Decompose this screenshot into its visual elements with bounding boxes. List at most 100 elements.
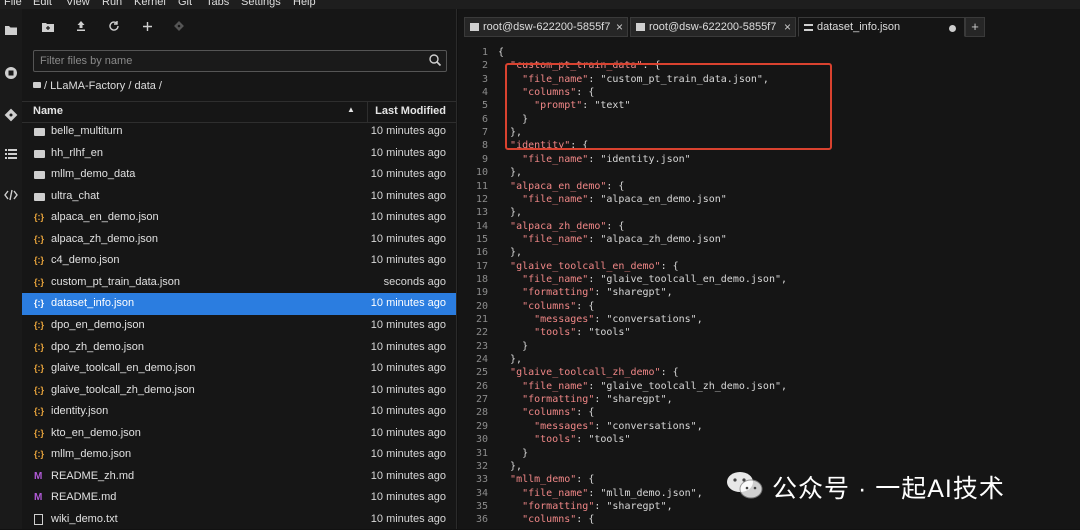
code-icon[interactable] bbox=[3, 189, 19, 205]
tab-bar: root@dsw-622200-5855f7 × root@dsw-622200… bbox=[458, 17, 1080, 37]
code-line: }, bbox=[498, 207, 523, 219]
code-line: "columns": { bbox=[522, 407, 595, 419]
code-line: "tools": "tools" bbox=[534, 434, 631, 446]
file-row[interactable]: {:} kto_en_demo.json 10 minutes ago bbox=[22, 423, 456, 445]
code-line: "tools": "tools" bbox=[534, 327, 631, 339]
refresh-icon[interactable] bbox=[105, 20, 123, 36]
file-row[interactable]: {:} glaive_toolcall_en_demo.json 10 minute… bbox=[22, 358, 456, 380]
file-row[interactable]: {:} custom_pt_train_data.json seconds ago bbox=[22, 272, 456, 294]
json-key: "formatting" bbox=[522, 500, 595, 512]
menu-file[interactable]: File bbox=[4, 0, 22, 8]
line-number: 15 bbox=[475, 233, 488, 245]
file-modified: 10 minutes ago bbox=[370, 405, 446, 418]
code-line: "formatting": "sharegpt", bbox=[522, 394, 673, 406]
file-row[interactable]: {:} glaive_toolcall_zh_demo.json 10 minute… bbox=[22, 380, 456, 402]
breadcrumb-path[interactable]: / LLaMA-Factory / data / bbox=[44, 80, 162, 92]
folder-icon bbox=[34, 171, 45, 180]
list-icon[interactable] bbox=[3, 148, 19, 164]
git-clone-icon[interactable] bbox=[170, 20, 188, 36]
last-modified-column-header[interactable]: Last Modified bbox=[375, 105, 446, 117]
file-modified: 10 minutes ago bbox=[370, 254, 446, 267]
file-row[interactable]: hh_rlhf_en 10 minutes ago bbox=[22, 143, 456, 165]
file-row[interactable]: {:} identity.json 10 minutes ago bbox=[22, 401, 456, 423]
json-key: "messages" bbox=[534, 420, 595, 432]
tab-terminal-1[interactable]: root@dsw-622200-5855f7 × bbox=[464, 17, 628, 37]
new-folder-icon[interactable] bbox=[39, 20, 57, 36]
json-file-icon: {:} bbox=[34, 363, 45, 374]
tab-label: root@dsw-622200-5855f7 bbox=[649, 21, 777, 33]
file-row[interactable]: M README.md 10 minutes ago bbox=[22, 487, 456, 509]
file-name: kto_en_demo.json bbox=[51, 426, 141, 439]
tab-terminal-2[interactable]: root@dsw-622200-5855f7 × bbox=[630, 17, 796, 37]
unsaved-dot-icon[interactable] bbox=[949, 25, 956, 32]
file-name: hh_rlhf_en bbox=[51, 146, 103, 159]
close-icon[interactable]: × bbox=[616, 20, 623, 34]
menu-tabs[interactable]: Tabs bbox=[206, 0, 229, 8]
code-line: }, bbox=[498, 354, 523, 366]
file-name: dpo_zh_demo.json bbox=[51, 340, 144, 353]
code-line: { bbox=[498, 47, 505, 58]
json-file-icon: {:} bbox=[34, 319, 45, 330]
file-row[interactable]: wiki_demo.txt 10 minutes ago bbox=[22, 509, 456, 530]
line-number: 32 bbox=[475, 460, 488, 472]
menu-edit[interactable]: Edit bbox=[33, 0, 52, 8]
file-name: ultra_chat bbox=[51, 189, 100, 202]
file-row[interactable]: {:} dataset_info.json 10 minutes ago bbox=[22, 293, 456, 315]
line-number: 33 bbox=[475, 474, 488, 486]
menu-settings[interactable]: Settings bbox=[241, 0, 281, 8]
line-number: 19 bbox=[475, 287, 488, 299]
stop-circle-icon[interactable] bbox=[3, 66, 19, 82]
json-key: "formatting" bbox=[522, 287, 595, 299]
filter-input[interactable] bbox=[34, 51, 420, 71]
file-row[interactable]: ultra_chat 10 minutes ago bbox=[22, 186, 456, 208]
json-key: "columns" bbox=[522, 407, 577, 419]
file-row[interactable]: {:} alpaca_zh_demo.json 10 minutes ago bbox=[22, 229, 456, 251]
plus-icon[interactable] bbox=[138, 20, 156, 36]
menu-kernel[interactable]: Kernel bbox=[134, 0, 166, 8]
line-number: 34 bbox=[475, 487, 488, 499]
file-row[interactable]: {:} dpo_zh_demo.json 10 minutes ago bbox=[22, 337, 456, 359]
activity-bar bbox=[0, 9, 23, 529]
name-column-header[interactable]: Name bbox=[33, 105, 63, 117]
code-line: "glaive_toolcall_en_demo": { bbox=[510, 260, 679, 272]
json-key: "tools" bbox=[534, 434, 577, 446]
line-number: 7 bbox=[481, 127, 488, 139]
line-number: 27 bbox=[475, 394, 488, 406]
code-line: "messages": "conversations", bbox=[534, 420, 703, 432]
upload-icon[interactable] bbox=[72, 20, 90, 36]
file-row[interactable]: belle_multiturn 10 minutes ago bbox=[22, 121, 456, 143]
code-line: "mllm_demo": { bbox=[510, 474, 595, 486]
menu-git[interactable]: Git bbox=[178, 0, 192, 8]
close-icon[interactable]: × bbox=[784, 20, 791, 34]
breadcrumb[interactable]: / LLaMA-Factory / data / bbox=[33, 80, 162, 92]
line-number: 22 bbox=[475, 327, 488, 339]
code-line: "file_name": "alpaca_zh_demo.json" bbox=[522, 233, 727, 245]
line-number: 16 bbox=[475, 247, 488, 259]
file-row[interactable]: M README_zh.md 10 minutes ago bbox=[22, 466, 456, 488]
git-icon[interactable] bbox=[3, 108, 19, 124]
json-file-icon: {:} bbox=[34, 341, 45, 352]
terminal-icon bbox=[636, 23, 645, 31]
folder-icon[interactable] bbox=[3, 24, 19, 40]
code-line: }, bbox=[498, 460, 523, 472]
file-name: mllm_demo.json bbox=[51, 448, 132, 461]
column-divider[interactable] bbox=[367, 102, 368, 122]
sort-ascending-icon[interactable]: ▲ bbox=[347, 105, 355, 114]
file-modified: 10 minutes ago bbox=[370, 297, 446, 310]
json-file-icon: {:} bbox=[34, 406, 45, 417]
menu-view[interactable]: View bbox=[66, 0, 90, 8]
new-tab-button[interactable]: + bbox=[965, 17, 985, 37]
column-header: Name ▲ Last Modified bbox=[22, 101, 456, 123]
line-number: 35 bbox=[475, 500, 488, 512]
file-row[interactable]: {:} dpo_en_demo.json 10 minutes ago bbox=[22, 315, 456, 337]
menu-help[interactable]: Help bbox=[293, 0, 316, 8]
tab-dataset-info[interactable]: dataset_info.json bbox=[798, 17, 965, 37]
folder-icon bbox=[34, 192, 45, 201]
menu-run[interactable]: Run bbox=[102, 0, 122, 8]
file-row[interactable]: mllm_demo_data 10 minutes ago bbox=[22, 164, 456, 186]
file-row[interactable]: {:} alpaca_en_demo.json 10 minutes ago bbox=[22, 207, 456, 229]
file-row[interactable]: {:} c4_demo.json 10 minutes ago bbox=[22, 250, 456, 272]
file-row[interactable]: {:} mllm_demo.json 10 minutes ago bbox=[22, 444, 456, 466]
json-key: "file_name" bbox=[522, 273, 589, 285]
json-key: "tools" bbox=[534, 327, 577, 339]
